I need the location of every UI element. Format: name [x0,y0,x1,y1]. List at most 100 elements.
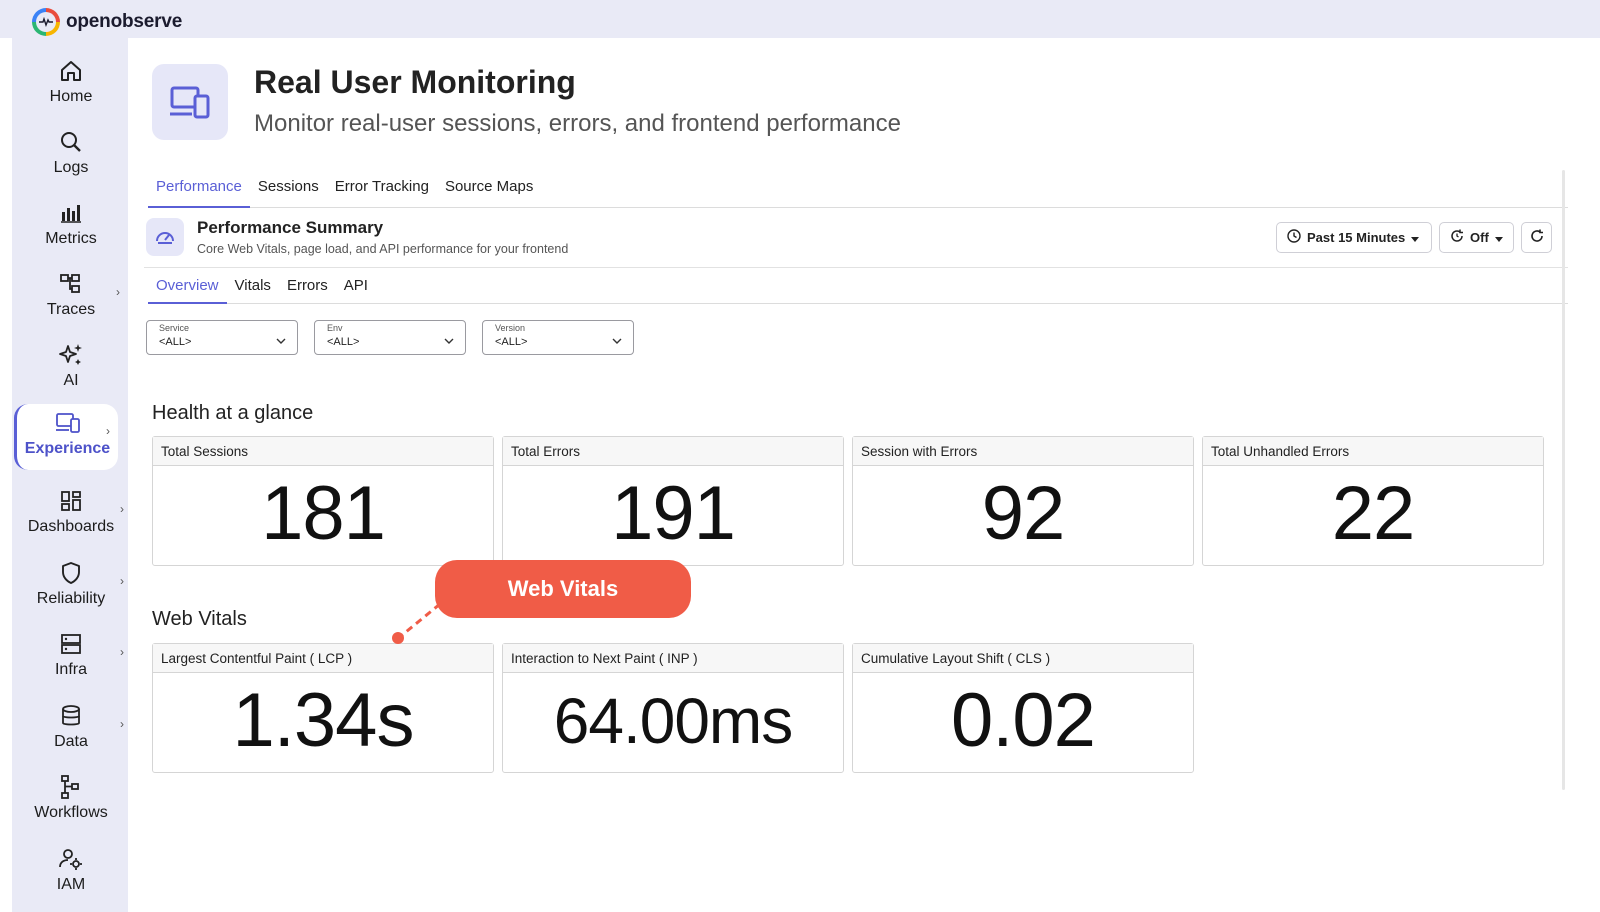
sidebar-item-label: Experience [24,440,111,457]
web-vitals-callout: Web Vitals [435,560,691,618]
performance-summary-header: Performance Summary Core Web Vitals, pag… [144,210,1568,268]
clock-icon [1287,229,1301,246]
tab-error-tracking[interactable]: Error Tracking [327,174,437,208]
sidebar-item-label: AI [63,372,79,389]
refresh-clock-icon [1450,229,1464,246]
env-select-value: <ALL> [327,336,360,348]
service-select[interactable]: Service <ALL> [146,320,298,355]
card-title: Total Sessions [153,437,493,466]
sidebar-item-workflows[interactable]: Workflows [12,768,130,834]
total-errors-card: Total Errors 191 [502,436,844,566]
card-title: Total Unhandled Errors [1203,437,1543,466]
sidebar-item-data[interactable]: Data › [12,697,130,763]
sessions-with-errors-card: Session with Errors 92 [852,436,1194,566]
user-gear-icon [58,846,84,872]
sidebar-item-label: Data [54,733,88,750]
sidebar: Home Logs Metrics Traces › AI Experience… [12,38,130,912]
chevron-right-icon: › [120,645,124,659]
bar-chart-icon [58,200,84,226]
sidebar-item-dashboards[interactable]: Dashboards › [12,482,130,548]
summary-title: Performance Summary [197,218,384,237]
sidebar-item-traces[interactable]: Traces › [12,265,130,331]
sidebar-item-label: IAM [56,876,86,893]
sidebar-item-label: Workflows [34,804,108,821]
sub-tabs: Overview Vitals Errors API [148,274,1568,304]
devices-icon [152,64,228,140]
chevron-right-icon: › [120,574,124,588]
inp-card: Interaction to Next Paint ( INP ) 64.00m… [502,643,844,773]
dashboard-grid-icon [58,488,84,514]
tab-overview[interactable]: Overview [148,274,227,304]
sidebar-item-infra[interactable]: Infra › [12,625,130,691]
total-unhandled-errors-card: Total Unhandled Errors 22 [1202,436,1544,566]
tab-errors[interactable]: Errors [279,274,336,304]
main-tabs: Performance Sessions Error Tracking Sour… [148,174,1568,208]
sparkles-icon [58,342,84,368]
sidebar-item-label: Traces [46,301,96,318]
auto-refresh-button[interactable]: Off [1439,222,1514,253]
brand-name: openobserve [66,11,183,32]
card-value: 64.00ms [553,685,793,757]
logo-mark-icon [32,8,60,36]
main-content: Real User Monitoring Monitor real-user s… [128,38,1568,912]
sidebar-item-experience[interactable]: Experience › [14,404,118,470]
tab-performance[interactable]: Performance [148,174,250,208]
env-select-label: Env [327,323,343,333]
caret-down-icon [1494,230,1503,245]
traces-icon [58,271,84,297]
devices-icon [55,410,81,436]
card-title: Cumulative Layout Shift ( CLS ) [853,644,1193,673]
sidebar-item-metrics[interactable]: Metrics [12,194,130,260]
version-select[interactable]: Version <ALL> [482,320,634,355]
sidebar-item-label: Reliability [36,590,106,607]
caret-down-icon [1411,230,1420,245]
page-title: Real User Monitoring [254,64,576,100]
version-select-value: <ALL> [495,336,528,348]
card-value: 1.34s [232,678,415,763]
database-icon [58,703,84,729]
summary-description: Core Web Vitals, page load, and API perf… [197,242,569,256]
sidebar-item-reliability[interactable]: Reliability › [12,554,130,620]
web-vitals-section-title: Web Vitals [152,608,247,630]
sidebar-item-ai[interactable]: AI [12,336,130,402]
lcp-card: Largest Contentful Paint ( LCP ) 1.34s [152,643,494,773]
server-icon [58,631,84,657]
auto-refresh-label: Off [1470,230,1489,245]
card-title: Interaction to Next Paint ( INP ) [503,644,843,673]
search-icon [58,129,84,155]
version-select-label: Version [495,323,526,333]
page-subtitle: Monitor real-user sessions, errors, and … [254,110,901,137]
tab-sessions[interactable]: Sessions [250,174,327,208]
card-value: 92 [981,471,1066,556]
chevron-down-icon [276,331,286,349]
refresh-button[interactable] [1521,222,1552,253]
env-select[interactable]: Env <ALL> [314,320,466,355]
cls-card: Cumulative Layout Shift ( CLS ) 0.02 [852,643,1194,773]
sidebar-item-home[interactable]: Home [12,52,130,118]
brand-logo[interactable]: openobserve [32,8,182,36]
card-title: Session with Errors [853,437,1193,466]
sidebar-item-label: Metrics [45,230,97,247]
shield-icon [58,560,84,586]
card-title: Largest Contentful Paint ( LCP ) [153,644,493,673]
sidebar-item-logs[interactable]: Logs [12,123,130,189]
tab-vitals[interactable]: Vitals [227,274,279,304]
scrollbar[interactable] [1562,170,1565,790]
time-range-button[interactable]: Past 15 Minutes [1276,222,1432,253]
sidebar-item-label: Logs [53,159,89,176]
service-select-value: <ALL> [159,336,192,348]
total-sessions-card: Total Sessions 181 [152,436,494,566]
refresh-icon [1530,229,1544,246]
chevron-right-icon: › [116,285,120,299]
chevron-down-icon [444,331,454,349]
tab-source-maps[interactable]: Source Maps [437,174,541,208]
chevron-right-icon: › [120,717,124,731]
home-icon [58,58,84,84]
tab-api[interactable]: API [336,274,376,304]
sidebar-item-label: Infra [54,661,87,678]
sidebar-item-label: Home [49,88,93,105]
speedometer-icon [146,218,184,256]
chevron-right-icon: › [106,424,110,438]
card-value: 191 [611,471,736,556]
sidebar-item-iam[interactable]: IAM [12,840,130,906]
